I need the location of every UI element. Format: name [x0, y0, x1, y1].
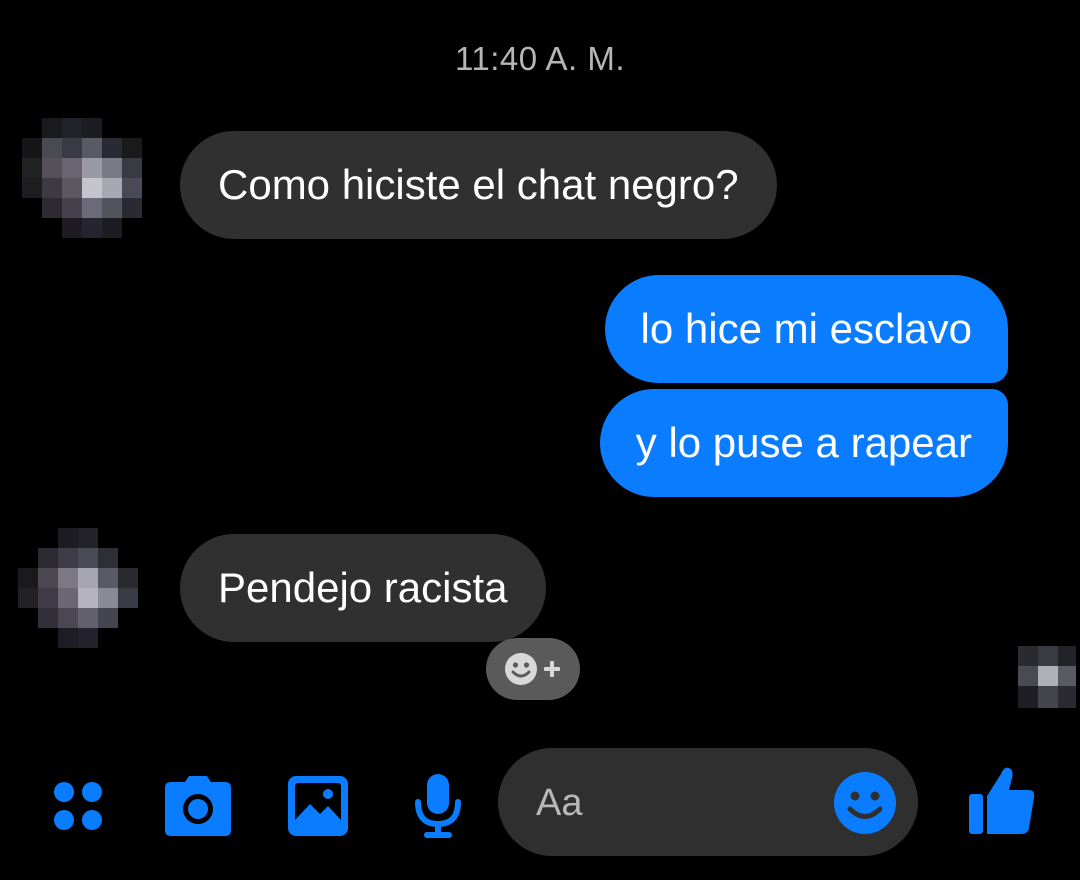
apps-button[interactable] — [42, 770, 114, 842]
message-text: lo hice mi esclavo — [640, 305, 972, 352]
thumbs-up-button[interactable] — [966, 764, 1038, 836]
message-text: Pendejo racista — [218, 564, 508, 611]
add-reaction-icon — [505, 653, 560, 685]
add-reaction-button[interactable] — [486, 638, 580, 700]
microphone-icon — [415, 774, 461, 838]
contact-avatar[interactable] — [22, 118, 142, 238]
seen-avatar — [1018, 646, 1076, 708]
gallery-icon — [288, 776, 348, 836]
message-bubble-incoming[interactable]: Pendejo racista — [180, 534, 546, 642]
message-bubble-outgoing[interactable]: y lo puse a rapear — [599, 389, 1008, 497]
message-text: y lo puse a rapear — [635, 419, 972, 466]
microphone-button[interactable] — [402, 770, 474, 842]
gallery-button[interactable] — [282, 770, 354, 842]
message-composer[interactable] — [498, 748, 918, 856]
apps-icon — [54, 782, 102, 830]
thumbs-up-icon — [969, 767, 1035, 834]
contact-avatar[interactable] — [18, 528, 138, 648]
emoji-icon[interactable] — [832, 770, 898, 836]
camera-button[interactable] — [162, 770, 234, 842]
message-bubble-outgoing[interactable]: lo hice mi esclavo — [604, 275, 1008, 383]
message-input[interactable] — [534, 772, 818, 834]
message-text: Como hiciste el chat negro? — [218, 161, 739, 208]
timestamp: 11:40 A. M. — [455, 40, 625, 77]
camera-icon — [165, 776, 231, 836]
message-bubble-incoming[interactable]: Como hiciste el chat negro? — [180, 131, 777, 239]
